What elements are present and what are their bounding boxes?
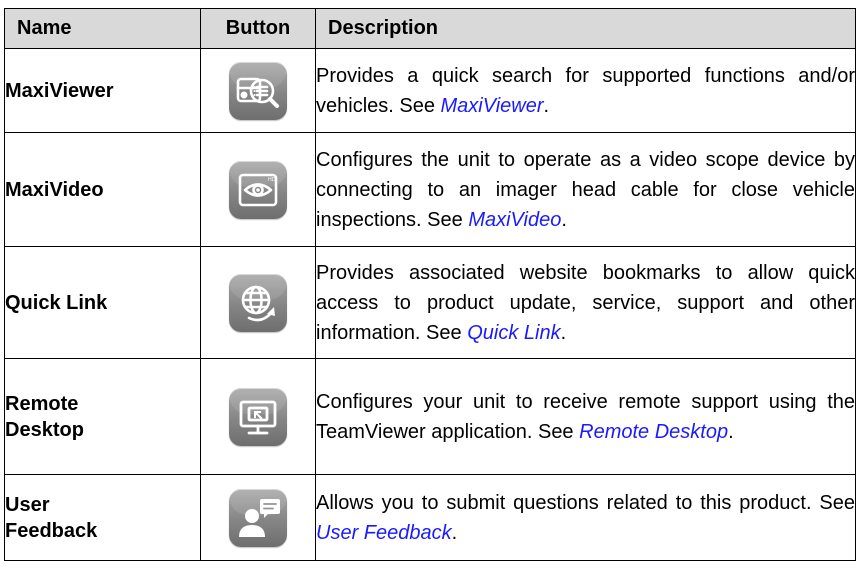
row-button: HD — [200, 132, 316, 247]
row-name: Quick Link — [4, 246, 201, 359]
table-header-row: Name Button Description — [4, 8, 856, 49]
row-description: Configures the unit to operate as a vide… — [315, 132, 856, 247]
quick-link-icon[interactable] — [229, 273, 287, 332]
row-description: Provides associated website bookmarks to… — [315, 246, 856, 359]
row-description: Provides a quick search for supported fu… — [315, 48, 856, 133]
row-name: User Feedback — [4, 474, 201, 561]
row-name: MaxiVideo — [4, 132, 201, 247]
row-name: Remote Desktop — [4, 358, 201, 475]
row-button — [200, 246, 316, 359]
svg-text:HD: HD — [268, 177, 276, 183]
header-button: Button — [200, 8, 316, 49]
row-button — [200, 358, 316, 475]
user-feedback-link[interactable]: User Feedback — [316, 522, 452, 544]
row-description: Configures your unit to receive remote s… — [315, 358, 856, 475]
row-button — [200, 474, 316, 561]
table-row: Quick Link Provides associated website b… — [4, 246, 856, 359]
maxiviewer-link[interactable]: MaxiViewer — [441, 95, 544, 117]
maxivideo-link[interactable]: MaxiVideo — [468, 209, 561, 231]
table-row: User Feedback Allows you to submit quest… — [4, 474, 856, 561]
quick-link-link[interactable]: Quick Link — [467, 322, 560, 344]
remote-desktop-link[interactable]: Remote Desktop — [579, 421, 728, 443]
header-description: Description — [315, 8, 856, 49]
row-button — [200, 48, 316, 133]
table-row: MaxiVideo HD Configures the unit to oper… — [4, 132, 856, 247]
row-description: Allows you to submit questions related t… — [315, 474, 856, 561]
maxivideo-icon[interactable]: HD — [229, 160, 287, 219]
maxiviewer-icon[interactable] — [229, 61, 287, 120]
row-name: MaxiViewer — [4, 48, 201, 133]
table-row: Remote Desktop Configures your unit to r… — [4, 358, 856, 475]
header-name: Name — [4, 8, 201, 49]
table-row: MaxiViewer Provides a quick search for s… — [4, 48, 856, 133]
buttons-table: Name Button Description MaxiViewer Provi… — [4, 8, 856, 561]
remote-desktop-icon[interactable] — [229, 387, 287, 446]
user-feedback-icon[interactable] — [229, 488, 287, 547]
